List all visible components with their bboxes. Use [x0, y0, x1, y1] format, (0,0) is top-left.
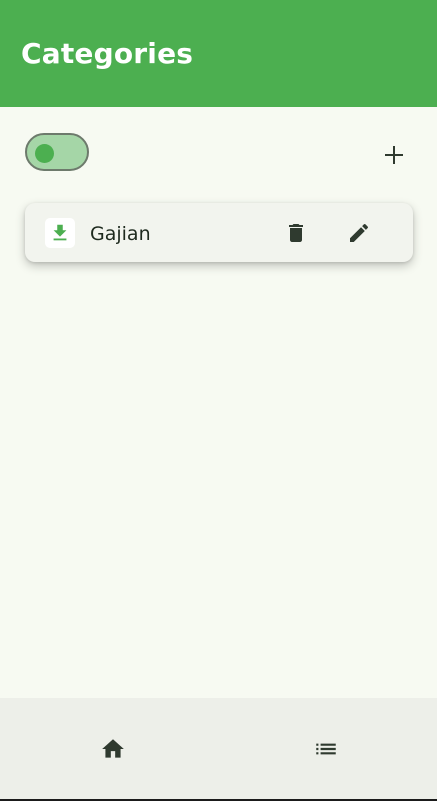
controls-row	[0, 107, 437, 199]
category-item: Gajian	[25, 203, 413, 262]
nav-categories-button[interactable]	[311, 734, 341, 764]
app-bar: Categories	[0, 0, 437, 107]
delete-category-button[interactable]	[281, 218, 311, 248]
category-name: Gajian	[90, 223, 151, 245]
page-title: Categories	[21, 37, 194, 70]
plus-icon	[385, 146, 403, 164]
edit-icon	[350, 223, 369, 242]
delete-icon	[289, 224, 303, 242]
bottom-navigation	[0, 698, 437, 799]
app-screen: Categories Gajian	[0, 0, 437, 801]
nav-home-button[interactable]	[98, 734, 128, 764]
download-icon	[53, 224, 67, 241]
home-icon	[102, 739, 124, 758]
add-category-button[interactable]	[379, 140, 409, 170]
edit-category-button[interactable]	[344, 218, 374, 248]
toggle-knob	[35, 144, 54, 163]
category-icon-box	[45, 218, 75, 248]
category-type-toggle[interactable]	[25, 133, 89, 171]
list-icon	[316, 743, 336, 755]
